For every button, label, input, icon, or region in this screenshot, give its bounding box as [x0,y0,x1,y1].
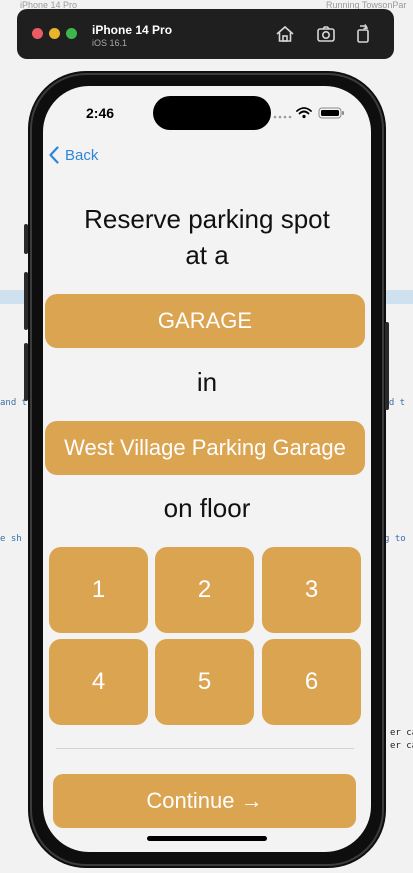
volume-down-button [24,343,28,401]
zoom-window-button[interactable] [66,28,77,39]
bg-code-snippet: er ca [390,741,413,751]
floor-button-5[interactable]: 5 [155,639,254,725]
screenshot-icon[interactable] [315,23,337,45]
volume-up-button [24,272,28,330]
chevron-left-icon [49,146,59,164]
battery-icon [318,107,344,119]
silent-switch [24,224,28,254]
home-icon[interactable] [274,23,296,45]
divider [56,748,354,749]
connector-on-floor: on floor [163,493,251,523]
device-name: iPhone 14 Pro [92,23,173,37]
floor-button-4[interactable]: 4 [49,639,148,725]
minimize-window-button[interactable] [49,28,60,39]
back-button[interactable]: Back [49,144,98,166]
power-button [385,322,389,410]
os-version: iOS 16.1 [92,38,128,48]
bg-code-snippet: e sh [0,534,22,544]
dynamic-island [153,96,271,130]
status-time: 2:46 [86,105,115,121]
simulator-toolbar: iPhone 14 Pro iOS 16.1 [17,9,394,59]
location-button[interactable]: West Village Parking Garage [45,421,365,475]
floor-button-2[interactable]: 2 [155,547,254,633]
page-title-line2: at a [185,240,229,270]
bg-code-snippet: and t [0,398,28,408]
home-indicator [147,836,267,841]
connector-in: in [196,367,218,397]
page-title-line1: Reserve parking spot [84,204,330,234]
floor-button-1[interactable]: 1 [49,547,148,633]
bg-code-snippet: g to [384,534,406,544]
floor-button-6[interactable]: 6 [262,639,361,725]
app-screen: 2:46 Back Reserve parking spot at a GARA… [43,86,371,852]
parking-type-button[interactable]: GARAGE [45,294,365,348]
continue-button[interactable]: Continue → [53,774,356,828]
signal-icon [273,115,292,119]
wifi-icon [296,107,312,115]
back-label: Back [65,146,99,164]
status-icons [273,106,347,120]
bg-code-snippet: er ca [390,728,413,738]
close-window-button[interactable] [32,28,43,39]
rotate-icon[interactable] [352,23,374,45]
floor-button-3[interactable]: 3 [262,547,361,633]
